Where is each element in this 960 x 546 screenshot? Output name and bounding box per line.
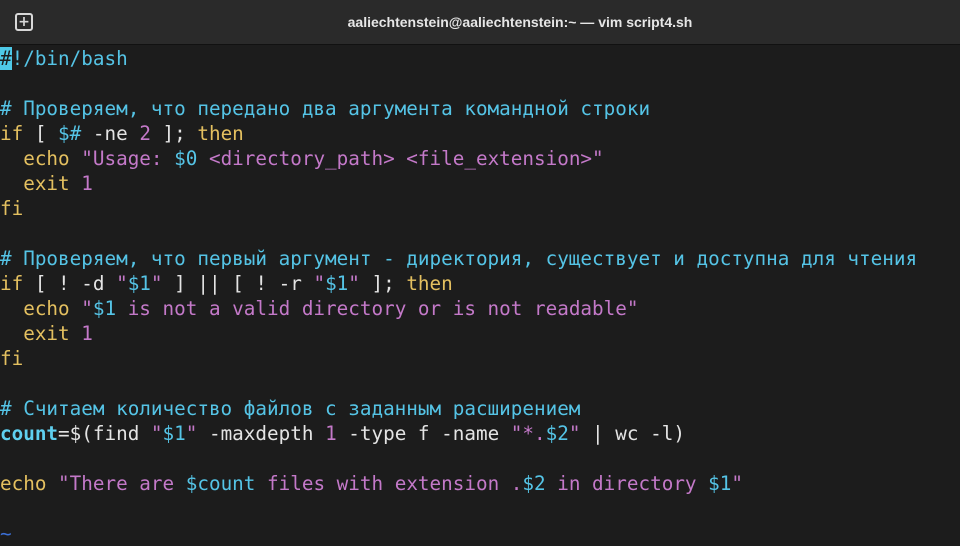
quote: " — [626, 297, 639, 320]
quote: " — [81, 297, 93, 320]
variable: $1 — [708, 472, 732, 495]
code-line-15: # Считаем количество файлов с заданным р… — [0, 396, 960, 421]
code-text: -type f -name — [336, 422, 511, 445]
plus-in-square-icon: + — [15, 13, 33, 31]
keyword-exit: exit — [23, 322, 70, 345]
variable: $# — [58, 122, 82, 145]
code-line-3: # Проверяем, что передано два аргумента … — [0, 96, 960, 121]
code-line-16: count=$(find "$1" -maxdepth 1 -type f -n… — [0, 421, 960, 446]
quote: " — [185, 422, 198, 445]
keyword-then: then — [197, 122, 244, 145]
code-line-4: if [ $# -ne 2 ]; then — [0, 121, 960, 146]
variable: $count — [185, 472, 256, 495]
code-text: [ ! -d — [23, 272, 117, 295]
keyword-fi: fi — [0, 197, 24, 220]
comment: # Проверяем, что передано два аргумента … — [0, 97, 651, 120]
code-line-1: #!/bin/bash — [0, 46, 960, 71]
comment: # Проверяем, что первый аргумент - дирек… — [0, 247, 918, 270]
quote: " — [81, 147, 93, 170]
variable: $2 — [522, 472, 546, 495]
variable: $2 — [545, 422, 569, 445]
string: Usage: — [92, 147, 175, 170]
string: There are — [69, 472, 186, 495]
string: <directory_path> <file_extension> — [197, 147, 593, 170]
quote: " — [313, 272, 326, 295]
shebang: !/bin/bash — [11, 47, 128, 70]
quote: " — [568, 422, 581, 445]
string: *. — [522, 422, 546, 445]
quote: " — [150, 422, 163, 445]
quote: " — [592, 147, 604, 170]
window-titlebar: + aaliechtenstein@aaliechtenstein:~ — vi… — [0, 0, 960, 45]
code-text: ]; — [359, 272, 407, 295]
new-tab-button[interactable]: + — [12, 10, 36, 34]
code-line-12: exit 1 — [0, 321, 960, 346]
keyword-echo: echo — [0, 472, 47, 495]
keyword-echo: echo — [23, 147, 70, 170]
variable: $1 — [127, 272, 151, 295]
number: 1 — [81, 172, 93, 195]
code-text: -ne — [81, 122, 140, 145]
keyword-echo: echo — [23, 297, 70, 320]
code-line-18: echo "There are $count files with extens… — [0, 471, 960, 496]
keyword-exit: exit — [23, 172, 70, 195]
code-line-5: echo "Usage: $0 <directory_path> <file_e… — [0, 146, 960, 171]
string: is not a valid directory or is not reada… — [116, 297, 627, 320]
number: 1 — [81, 322, 93, 345]
tilde-marker: ~ — [0, 522, 12, 545]
code-line-9: # Проверяем, что первый аргумент - дирек… — [0, 246, 960, 271]
quote: " — [58, 472, 70, 495]
code-text: ]; — [150, 122, 198, 145]
code-line-6: exit 1 — [0, 171, 960, 196]
variable: $1 — [325, 272, 349, 295]
variable: $1 — [92, 297, 117, 320]
code-line-11: echo "$1 is not a valid directory or is … — [0, 296, 960, 321]
code-text: | wc -l) — [580, 422, 685, 445]
empty-line-marker: ~ — [0, 521, 960, 546]
keyword-fi: fi — [0, 347, 24, 370]
string: in directory — [545, 472, 709, 495]
variable: $1 — [162, 422, 186, 445]
code-text: [ — [23, 122, 59, 145]
comment: # Считаем количество файлов с заданным р… — [0, 397, 581, 420]
quote: " — [116, 272, 128, 295]
keyword-then: then — [406, 272, 453, 295]
code-text: -maxdepth — [197, 422, 326, 445]
vim-editor[interactable]: #!/bin/bash # Проверяем, что передано дв… — [0, 46, 960, 545]
keyword-if: if — [0, 272, 24, 295]
code-text: =$( — [58, 422, 93, 445]
code-text: ] || [ ! -r — [162, 272, 314, 295]
variable-assignment: count — [0, 422, 59, 445]
number: 1 — [325, 422, 337, 445]
code-line-7: fi — [0, 196, 960, 221]
quote: " — [150, 272, 163, 295]
quote: " — [510, 422, 523, 445]
command: find — [92, 422, 140, 445]
window-title: aaliechtenstein@aaliechtenstein:~ — vim … — [347, 14, 693, 30]
variable: $0 — [174, 147, 198, 170]
keyword-if: if — [0, 122, 24, 145]
quote: " — [731, 472, 743, 495]
string: files with extension . — [255, 472, 523, 495]
code-line-13: fi — [0, 346, 960, 371]
number: 2 — [139, 122, 151, 145]
text-cursor: # — [0, 47, 12, 70]
code-line-10: if [ ! -d "$1" ] || [ ! -r "$1" ]; then — [0, 271, 960, 296]
quote: " — [348, 272, 360, 295]
